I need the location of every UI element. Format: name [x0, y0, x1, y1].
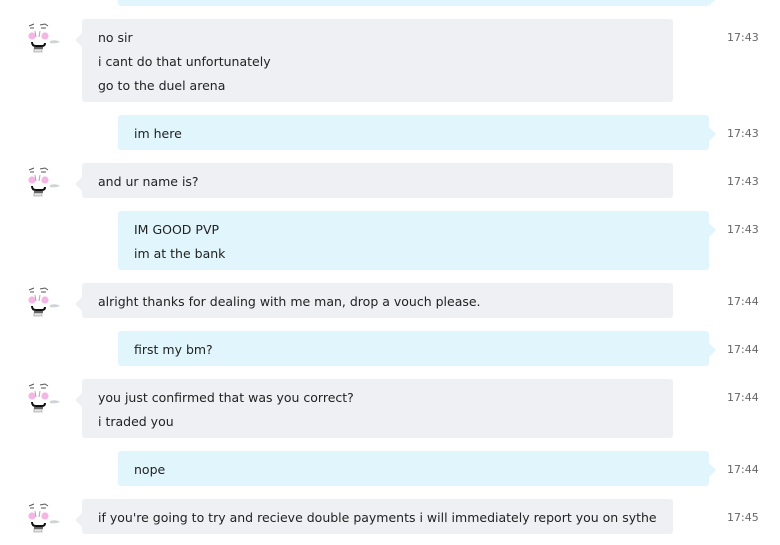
- message-text: im at the bank: [134, 246, 226, 261]
- message-bubble-incoming[interactable]: and ur name is?: [75, 163, 673, 198]
- message-text: no sir: [98, 30, 133, 45]
- message-timestamp: 17:44: [727, 295, 759, 308]
- message-bubble-outgoing[interactable]: first my bm?: [118, 331, 716, 366]
- message-bubble-incoming[interactable]: no sir i cant do that unfortunately go to …: [75, 19, 673, 102]
- message-bubble-outgoing[interactable]: im here: [118, 115, 716, 150]
- message-bubble-incoming[interactable]: if you're going to try and recieve doubl…: [75, 499, 673, 534]
- message-timestamp: 17:45: [727, 511, 759, 524]
- chat-history: no sir i cant do that unfortunately go to …: [0, 0, 780, 545]
- message-text: im here: [134, 126, 182, 141]
- message-bubble-incoming[interactable]: you just confirmed that was you correct?…: [75, 379, 673, 438]
- message-text: i cant do that unfortunately: [98, 54, 271, 69]
- message-timestamp: 17:43: [727, 127, 759, 140]
- message-text: and ur name is?: [98, 174, 199, 189]
- message-text: IM GOOD PVP: [134, 222, 220, 237]
- message-text: i traded you: [98, 414, 174, 429]
- message-bubble-outgoing[interactable]: IM GOOD PVP im at the bank: [118, 211, 716, 270]
- meme-face-avatar-icon[interactable]: [26, 166, 64, 200]
- message-bubble-outgoing[interactable]: nope: [118, 451, 716, 486]
- message-timestamp: 17:44: [727, 343, 759, 356]
- meme-face-avatar-icon[interactable]: [26, 286, 64, 320]
- message-text: go to the duel arena: [98, 78, 226, 93]
- message-bubble-outgoing-partial: [118, 0, 716, 6]
- message-text: if you're going to try and recieve doubl…: [98, 510, 657, 525]
- message-timestamp: 17:43: [727, 31, 759, 44]
- meme-face-avatar-icon[interactable]: [26, 22, 64, 56]
- message-text: alright thanks for dealing with me man, …: [98, 294, 481, 309]
- meme-face-avatar-icon[interactable]: [26, 382, 64, 416]
- message-timestamp: 17:44: [727, 463, 759, 476]
- message-timestamp: 17:44: [727, 391, 759, 404]
- meme-face-avatar-icon[interactable]: [26, 502, 64, 536]
- message-bubble-incoming[interactable]: alright thanks for dealing with me man, …: [75, 283, 673, 318]
- message-text: you just confirmed that was you correct?: [98, 390, 354, 405]
- message-timestamp: 17:43: [727, 223, 759, 236]
- message-text: first my bm?: [134, 342, 213, 357]
- message-timestamp: 17:43: [727, 175, 759, 188]
- message-text: nope: [134, 462, 166, 477]
